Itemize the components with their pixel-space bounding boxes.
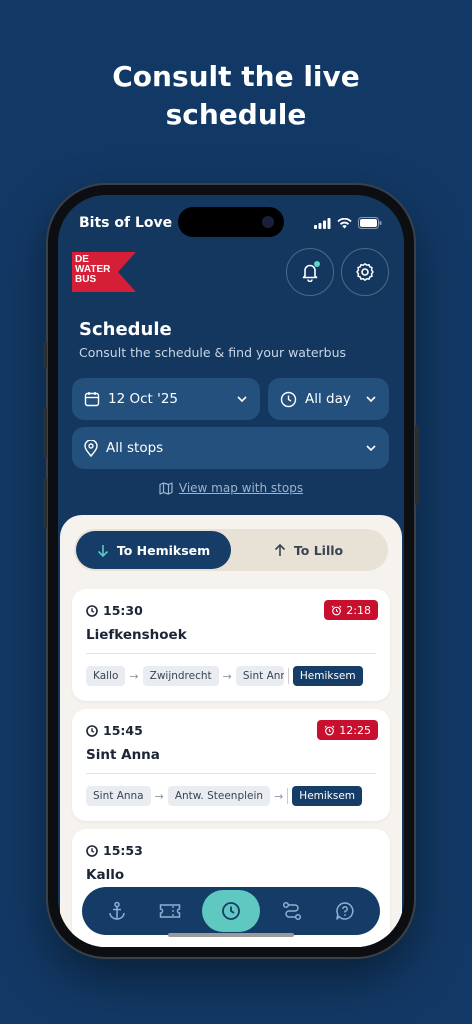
departure-time: 15:45 — [86, 723, 143, 738]
departure-time-value: 15:53 — [103, 843, 143, 858]
promo-line-2: schedule — [165, 98, 307, 131]
bottom-nav — [82, 887, 380, 935]
route-stops: Kallo → Zwijndrecht → Sint Anna Hemiksem — [86, 665, 376, 687]
app-screen: Bits of Love DE WATER BUS Schedule Consu… — [58, 195, 404, 947]
signal-icon — [314, 217, 331, 229]
route-destination-chip: Hemiksem — [292, 666, 363, 686]
route-separator — [287, 788, 289, 804]
countdown-badge: 12:25 — [317, 720, 378, 740]
logo-line-3: BUS — [75, 274, 97, 285]
route-icon — [282, 901, 301, 921]
departure-stop: Liefkenshoek — [86, 627, 187, 643]
route-stop-chip: Kallo — [86, 666, 126, 686]
direction-toggle: To Hemiksem To Lillo — [74, 529, 388, 571]
route-stop-chip: Zwijndrecht — [142, 666, 219, 686]
tab-to-hemiksem[interactable]: To Hemiksem — [76, 531, 231, 569]
tab-to-hemiksem-label: To Hemiksem — [116, 542, 211, 558]
date-picker[interactable]: 12 Oct '25 — [72, 378, 260, 420]
clock-icon — [86, 844, 98, 857]
waterbus-logo: DE WATER BUS — [72, 252, 136, 292]
home-indicator — [168, 933, 294, 937]
promo-line-1: Consult the live — [112, 60, 360, 93]
ticket-icon — [160, 904, 181, 918]
notification-dot — [314, 261, 320, 267]
clock-icon — [222, 902, 240, 920]
nav-anchor[interactable] — [95, 891, 139, 931]
volume-up-button — [43, 407, 47, 459]
arrow-right-icon: → — [129, 669, 139, 683]
departure-time-value: 15:45 — [103, 723, 143, 738]
battery-icon — [358, 217, 382, 229]
view-map-label: View map with stops — [178, 481, 304, 495]
help-icon — [336, 902, 354, 920]
clock-icon — [86, 724, 98, 737]
settings-button[interactable] — [341, 248, 389, 296]
time-value: All day — [305, 391, 351, 407]
route-destination-chip: Hemiksem — [292, 786, 363, 806]
mute-switch — [43, 341, 47, 369]
carrier-label: Bits of Love — [79, 215, 173, 231]
route-separator — [287, 668, 289, 684]
schedule-sheet: To Hemiksem To Lillo 15:30 2:18 Liefkens… — [60, 515, 402, 947]
departure-card[interactable]: 15:45 12:25 Sint Anna Sint Anna → Antw. … — [72, 709, 390, 821]
chevron-down-icon — [366, 396, 376, 403]
stops-value: All stops — [106, 440, 164, 456]
camera-icon — [262, 216, 274, 228]
chevron-down-icon — [237, 396, 247, 403]
route-stop-chip: Sint Anna — [235, 666, 284, 686]
arrow-right-icon: → — [274, 789, 284, 803]
clock-icon — [280, 391, 297, 407]
logo-text: DE WATER BUS — [75, 255, 110, 285]
time-picker[interactable]: All day — [268, 378, 389, 420]
nav-help[interactable] — [323, 891, 367, 931]
stops-select[interactable]: All stops — [72, 427, 389, 469]
status-icons — [314, 217, 382, 229]
departure-time-value: 15:30 — [103, 603, 143, 618]
power-button — [415, 425, 419, 505]
map-icon — [159, 481, 173, 495]
promo-headline: Consult the live schedule — [0, 58, 472, 134]
departure-time: 15:30 — [86, 603, 143, 618]
route-stops: Sint Anna → Antw. Steenplein → Hemiksem — [86, 785, 376, 807]
nav-schedule[interactable] — [201, 890, 260, 932]
gear-icon — [356, 263, 374, 281]
date-value: 12 Oct '25 — [108, 391, 178, 407]
nav-routes[interactable] — [270, 891, 314, 931]
dynamic-island — [178, 207, 284, 237]
phone-frame: Bits of Love DE WATER BUS Schedule Consu… — [43, 185, 419, 957]
page-title: Schedule — [79, 319, 172, 340]
countdown-value: 2:18 — [346, 603, 371, 617]
departure-stop: Kallo — [86, 867, 125, 883]
arrow-right-icon: → — [154, 789, 164, 803]
arrow-down-icon — [97, 544, 108, 557]
volume-down-button — [43, 477, 47, 529]
route-stop-chip: Sint Anna — [86, 786, 151, 806]
card-divider — [86, 653, 376, 654]
anchor-icon — [109, 901, 125, 920]
tab-to-lillo-label: To Lillo — [293, 542, 344, 558]
countdown-badge: 2:18 — [324, 600, 378, 620]
clock-icon — [86, 604, 98, 617]
location-pin-icon — [84, 439, 98, 457]
departure-stop: Sint Anna — [86, 747, 160, 763]
wifi-icon — [337, 217, 352, 228]
departure-time: 15:53 — [86, 843, 143, 858]
card-divider — [86, 773, 376, 774]
calendar-icon — [84, 392, 100, 407]
chevron-down-icon — [366, 445, 376, 452]
alarm-clock-icon — [331, 605, 342, 615]
view-map-link[interactable]: View map with stops — [58, 481, 404, 495]
arrow-up-icon — [274, 543, 285, 556]
alarm-clock-icon — [324, 725, 335, 735]
page-subtitle: Consult the schedule & find your waterbu… — [79, 345, 347, 360]
notifications-button[interactable] — [286, 248, 334, 296]
arrow-right-icon: → — [222, 669, 232, 683]
route-stop-chip: Antw. Steenplein — [167, 786, 271, 806]
departure-card[interactable]: 15:30 2:18 Liefkenshoek Kallo → Zwijndre… — [72, 589, 390, 701]
countdown-value: 12:25 — [339, 723, 371, 737]
nav-tickets[interactable] — [148, 891, 192, 931]
tab-to-lillo[interactable]: To Lillo — [231, 531, 386, 569]
